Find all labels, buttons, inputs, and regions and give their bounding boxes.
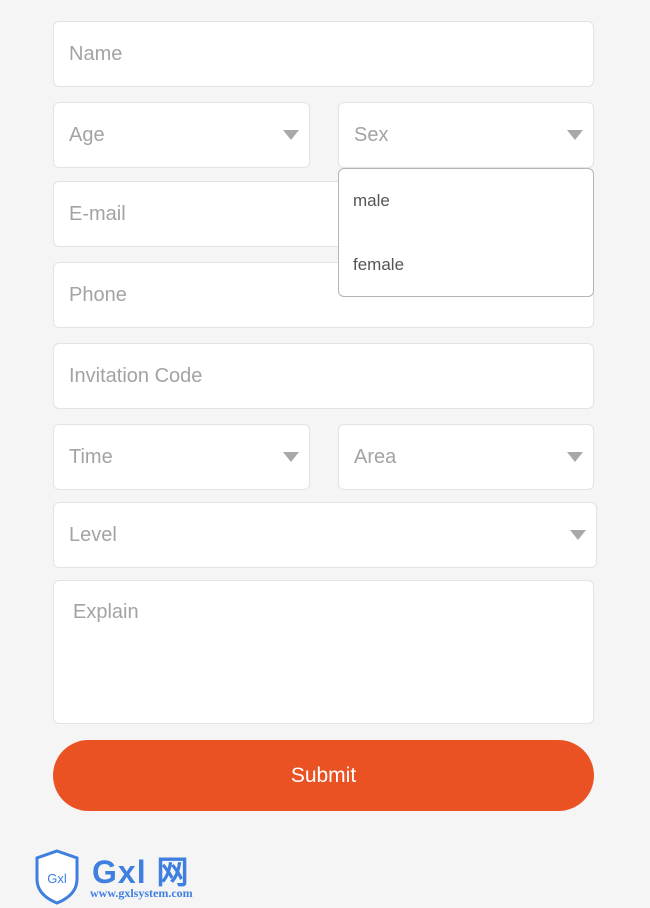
explain-placeholder: Explain <box>73 601 139 623</box>
name-placeholder: Name <box>69 42 123 65</box>
logo-url: www.gxlsystem.com <box>90 886 193 900</box>
chevron-down-icon <box>283 130 299 140</box>
sex-option-male[interactable]: male <box>353 191 390 211</box>
invitation-code-input[interactable]: Invitation Code <box>53 343 594 409</box>
level-select[interactable]: Level <box>53 502 597 568</box>
time-select[interactable]: Time <box>53 424 310 490</box>
sex-placeholder: Sex <box>354 123 389 146</box>
chevron-down-icon <box>570 530 586 540</box>
age-placeholder: Age <box>69 123 105 146</box>
area-select[interactable]: Area <box>338 424 594 490</box>
invitation-code-placeholder: Invitation Code <box>69 364 203 387</box>
sex-select[interactable]: Sex <box>338 102 594 168</box>
chevron-down-icon <box>567 452 583 462</box>
email-placeholder: E-mail <box>69 202 126 225</box>
site-logo: Gxl Gxl 网 www.gxlsystem.com <box>34 849 214 905</box>
submit-button[interactable]: Submit <box>53 740 594 811</box>
shield-text: Gxl <box>47 871 67 886</box>
chevron-down-icon <box>283 452 299 462</box>
time-placeholder: Time <box>69 445 113 468</box>
sex-option-female[interactable]: female <box>353 255 404 275</box>
name-input[interactable]: Name <box>53 21 594 87</box>
chevron-down-icon <box>567 130 583 140</box>
explain-textarea[interactable]: Explain <box>53 580 594 724</box>
shield-icon: Gxl <box>35 849 79 905</box>
phone-placeholder: Phone <box>69 283 127 306</box>
area-placeholder: Area <box>354 445 397 468</box>
sex-dropdown-menu: male female <box>338 168 594 297</box>
age-select[interactable]: Age <box>53 102 310 168</box>
level-placeholder: Level <box>69 523 117 546</box>
